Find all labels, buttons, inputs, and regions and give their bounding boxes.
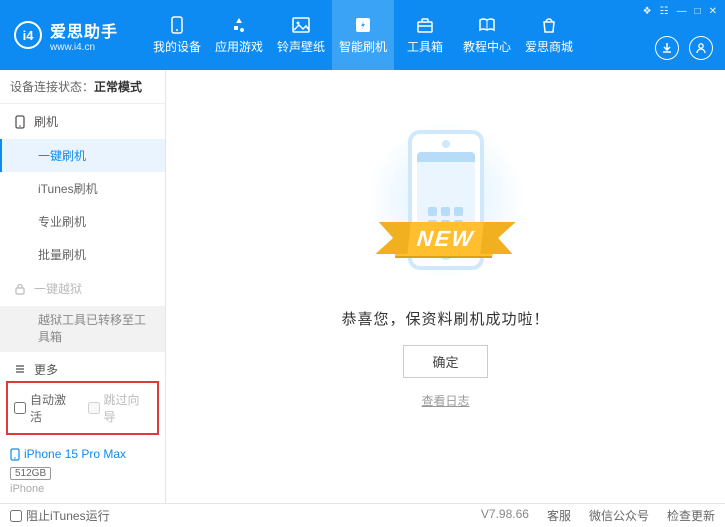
top-nav: 我的设备 应用游戏 铃声壁纸 智能刷机 工具箱 教程中心 爱思商城: [146, 0, 580, 70]
device-info[interactable]: iPhone 15 Pro Max 512GB iPhone: [0, 441, 165, 503]
section-more[interactable]: 更多: [0, 352, 165, 375]
user-button[interactable]: [689, 36, 713, 60]
app-header: i4 爱思助手 www.i4.cn 我的设备 应用游戏 铃声壁纸 智能刷机 工具…: [0, 0, 725, 70]
list-icon: [14, 363, 26, 375]
sidebar-item-batch[interactable]: 批量刷机: [0, 238, 165, 271]
sidebar-item-oneclick[interactable]: 一键刷机: [0, 139, 165, 172]
success-illustration: NEW: [356, 110, 536, 290]
success-message: 恭喜您，保资料刷机成功啦！: [341, 308, 549, 329]
nav-flash[interactable]: 智能刷机: [332, 0, 394, 70]
sidebar-item-itunes[interactable]: iTunes刷机: [0, 172, 165, 205]
brand-name: 爱思助手: [50, 18, 118, 42]
grid-icon[interactable]: ☷: [660, 6, 669, 17]
phone-icon: [14, 115, 26, 129]
brand-url: www.i4.cn: [50, 42, 118, 53]
app-logo: i4 爱思助手 www.i4.cn: [14, 18, 118, 53]
checkbox-skip-setup[interactable]: 跳过向导: [88, 391, 152, 425]
settings-icon[interactable]: ❖: [643, 6, 652, 17]
storage-badge: 512GB: [10, 467, 51, 480]
nav-apps[interactable]: 应用游戏: [208, 0, 270, 70]
status-bar: 阻止iTunes运行 V7.98.66 客服 微信公众号 检查更新: [0, 503, 725, 527]
apps-icon: [229, 16, 249, 34]
checkbox-auto-activate[interactable]: 自动激活: [14, 391, 78, 425]
footer-link-update[interactable]: 检查更新: [667, 507, 715, 524]
device-icon: [10, 448, 20, 461]
sidebar: 设备连接状态：正常模式 刷机 一键刷机 iTunes刷机 专业刷机 批量刷机 一…: [0, 70, 166, 503]
nav-tutorials[interactable]: 教程中心: [456, 0, 518, 70]
footer-link-support[interactable]: 客服: [547, 507, 571, 524]
ok-button[interactable]: 确定: [403, 345, 487, 378]
nav-toolbox[interactable]: 工具箱: [394, 0, 456, 70]
image-icon: [291, 16, 311, 34]
device-type: iPhone: [10, 483, 155, 495]
bag-icon: [539, 16, 559, 34]
section-flash[interactable]: 刷机: [0, 104, 165, 139]
connection-status: 设备连接状态：正常模式: [0, 70, 165, 104]
nav-ringtones[interactable]: 铃声壁纸: [270, 0, 332, 70]
new-ribbon: NEW: [395, 222, 496, 256]
version-label: V7.98.66: [481, 507, 529, 524]
footer-link-wechat[interactable]: 微信公众号: [589, 507, 649, 524]
device-icon: [167, 16, 187, 34]
lock-icon: [14, 283, 26, 295]
flash-icon: [353, 16, 373, 34]
toolbox-icon: [415, 16, 435, 34]
minimize-icon[interactable]: —: [677, 6, 687, 17]
jailbreak-note: 越狱工具已转移至工具箱: [0, 306, 165, 352]
nav-my-device[interactable]: 我的设备: [146, 0, 208, 70]
main-content: NEW 恭喜您，保资料刷机成功啦！ 确定 查看日志: [166, 70, 725, 503]
checkbox-block-itunes[interactable]: 阻止iTunes运行: [10, 507, 110, 524]
options-highlight-box: 自动激活 跳过向导: [6, 381, 159, 435]
close-icon[interactable]: ✕: [709, 6, 717, 17]
section-jailbreak: 一键越狱: [0, 271, 165, 306]
sidebar-item-pro[interactable]: 专业刷机: [0, 205, 165, 238]
view-log-link[interactable]: 查看日志: [421, 392, 469, 409]
logo-icon: i4: [14, 21, 42, 49]
book-icon: [477, 16, 497, 34]
maximize-icon[interactable]: □: [695, 6, 701, 17]
nav-store[interactable]: 爱思商城: [518, 0, 580, 70]
window-controls: ❖ ☷ — □ ✕: [643, 6, 717, 17]
download-button[interactable]: [655, 36, 679, 60]
